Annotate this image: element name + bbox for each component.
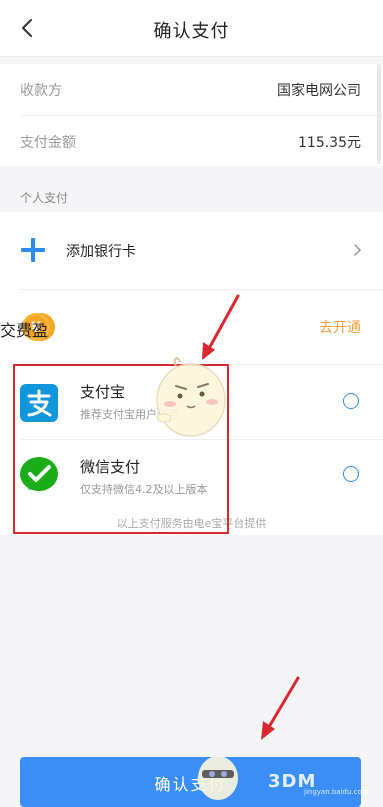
- amount-row: 支付金额 115.35元: [0, 116, 383, 166]
- top-bar: 确认支付: [0, 0, 383, 57]
- alipay-row[interactable]: 支付宝 推荐支付宝用户使用: [0, 365, 383, 439]
- add-bank-card-row[interactable]: 添加银行卡: [0, 212, 383, 288]
- payment-methods-card: 添加银行卡 ¥ 交费盈 去开通 支付宝 推荐支付宝用户使用 微信支付 仅支持微信…: [0, 212, 383, 535]
- section-label: 个人支付: [20, 191, 69, 205]
- page-title: 确认支付: [153, 21, 230, 42]
- wechat-pay-icon: [20, 457, 58, 491]
- chevron-right-icon: [354, 244, 362, 256]
- alipay-radio[interactable]: [343, 393, 359, 409]
- payee-value: 国家电网公司: [277, 83, 361, 99]
- arrow-icon: [261, 676, 300, 740]
- wechat-pay-label: 微信支付: [80, 458, 141, 476]
- alipay-label: 支付宝: [80, 383, 126, 401]
- wechat-pay-subtitle: 仅支持微信4.2及以上版本: [80, 483, 208, 496]
- alipay-icon: [20, 384, 58, 422]
- provider-footnote: 以上支付服务由电e宝平台提供: [116, 517, 267, 530]
- amount-value: 115.35元: [298, 135, 361, 151]
- alipay-subtitle: 推荐支付宝用户使用: [80, 408, 179, 421]
- payment-info-card: 收款方 国家电网公司 支付金额 115.35元: [0, 64, 383, 166]
- payee-label: 收款方: [20, 83, 62, 99]
- plus-icon: [21, 238, 45, 262]
- amount-label: 支付金额: [20, 135, 76, 151]
- payee-row: 收款方 国家电网公司: [0, 64, 383, 114]
- scrollbar[interactable]: [377, 64, 381, 164]
- add-bank-card-label: 添加银行卡: [66, 244, 136, 260]
- jiaofeiying-label: 交费盈: [0, 321, 49, 340]
- wechat-pay-row[interactable]: 微信支付 仅支持微信4.2及以上版本: [0, 440, 383, 512]
- confirm-payment-label: 确认支付: [154, 775, 227, 794]
- wechat-pay-radio[interactable]: [343, 466, 359, 482]
- activate-link[interactable]: 去开通: [319, 317, 361, 337]
